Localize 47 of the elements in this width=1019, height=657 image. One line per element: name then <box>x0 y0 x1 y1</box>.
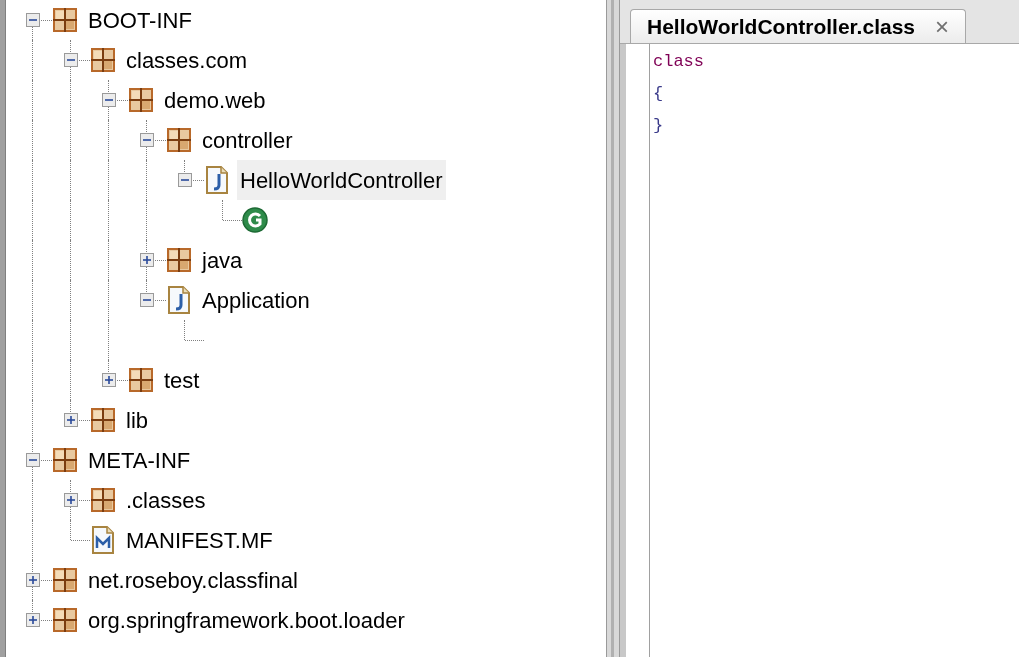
code-line: class <box>653 51 704 73</box>
package-icon <box>167 128 191 152</box>
expand-toggle[interactable] <box>140 293 154 307</box>
tree-item[interactable]: .classes <box>123 480 209 520</box>
class-icon <box>242 207 268 233</box>
package-icon <box>129 88 153 112</box>
package-icon <box>91 48 115 72</box>
expand-toggle[interactable] <box>26 573 40 587</box>
expand-toggle[interactable] <box>26 613 40 627</box>
editor-tab[interactable]: HelloWorldController.class × <box>630 9 967 43</box>
expand-toggle[interactable] <box>26 13 40 27</box>
java-file-icon <box>206 166 228 194</box>
tree-item[interactable]: MANIFEST.MF <box>123 520 276 560</box>
expand-toggle[interactable] <box>64 493 78 507</box>
tree-item[interactable]: java <box>199 240 246 280</box>
tree-item[interactable]: HelloWorldController <box>237 160 446 200</box>
tree-item[interactable]: Application <box>199 280 313 320</box>
code-line: { <box>653 83 664 105</box>
expand-toggle[interactable] <box>64 53 78 67</box>
tree-item[interactable]: demo.web <box>161 80 269 120</box>
close-button[interactable]: × <box>935 8 950 45</box>
java-file-icon <box>168 286 190 314</box>
package-icon <box>91 488 115 512</box>
tree-item[interactable]: classes.com <box>123 40 251 80</box>
package-icon <box>129 368 153 392</box>
tree-item[interactable]: lib <box>123 400 151 440</box>
package-icon <box>91 408 115 432</box>
tree-item[interactable]: test <box>161 360 203 400</box>
package-icon <box>53 568 77 592</box>
expand-toggle[interactable] <box>178 173 192 187</box>
package-icon <box>53 8 77 32</box>
package-icon <box>53 448 77 472</box>
expand-toggle[interactable] <box>64 413 78 427</box>
tree-item[interactable]: controller <box>199 120 296 160</box>
package-icon <box>53 608 77 632</box>
expand-toggle[interactable] <box>140 253 154 267</box>
tree-item[interactable]: META-INF <box>85 440 194 480</box>
expand-toggle[interactable] <box>140 133 154 147</box>
tree-item[interactable]: BOOT-INF <box>85 0 195 40</box>
tree-item[interactable]: net.roseboy.classfinal <box>85 560 301 600</box>
expand-toggle[interactable] <box>26 453 40 467</box>
expand-toggle[interactable] <box>102 373 116 387</box>
expand-toggle[interactable] <box>102 93 116 107</box>
package-icon <box>167 248 191 272</box>
code-line: } <box>653 115 664 137</box>
manifest-file-icon <box>92 526 114 554</box>
tree-item[interactable]: org.springframework.boot.loader <box>85 600 408 640</box>
